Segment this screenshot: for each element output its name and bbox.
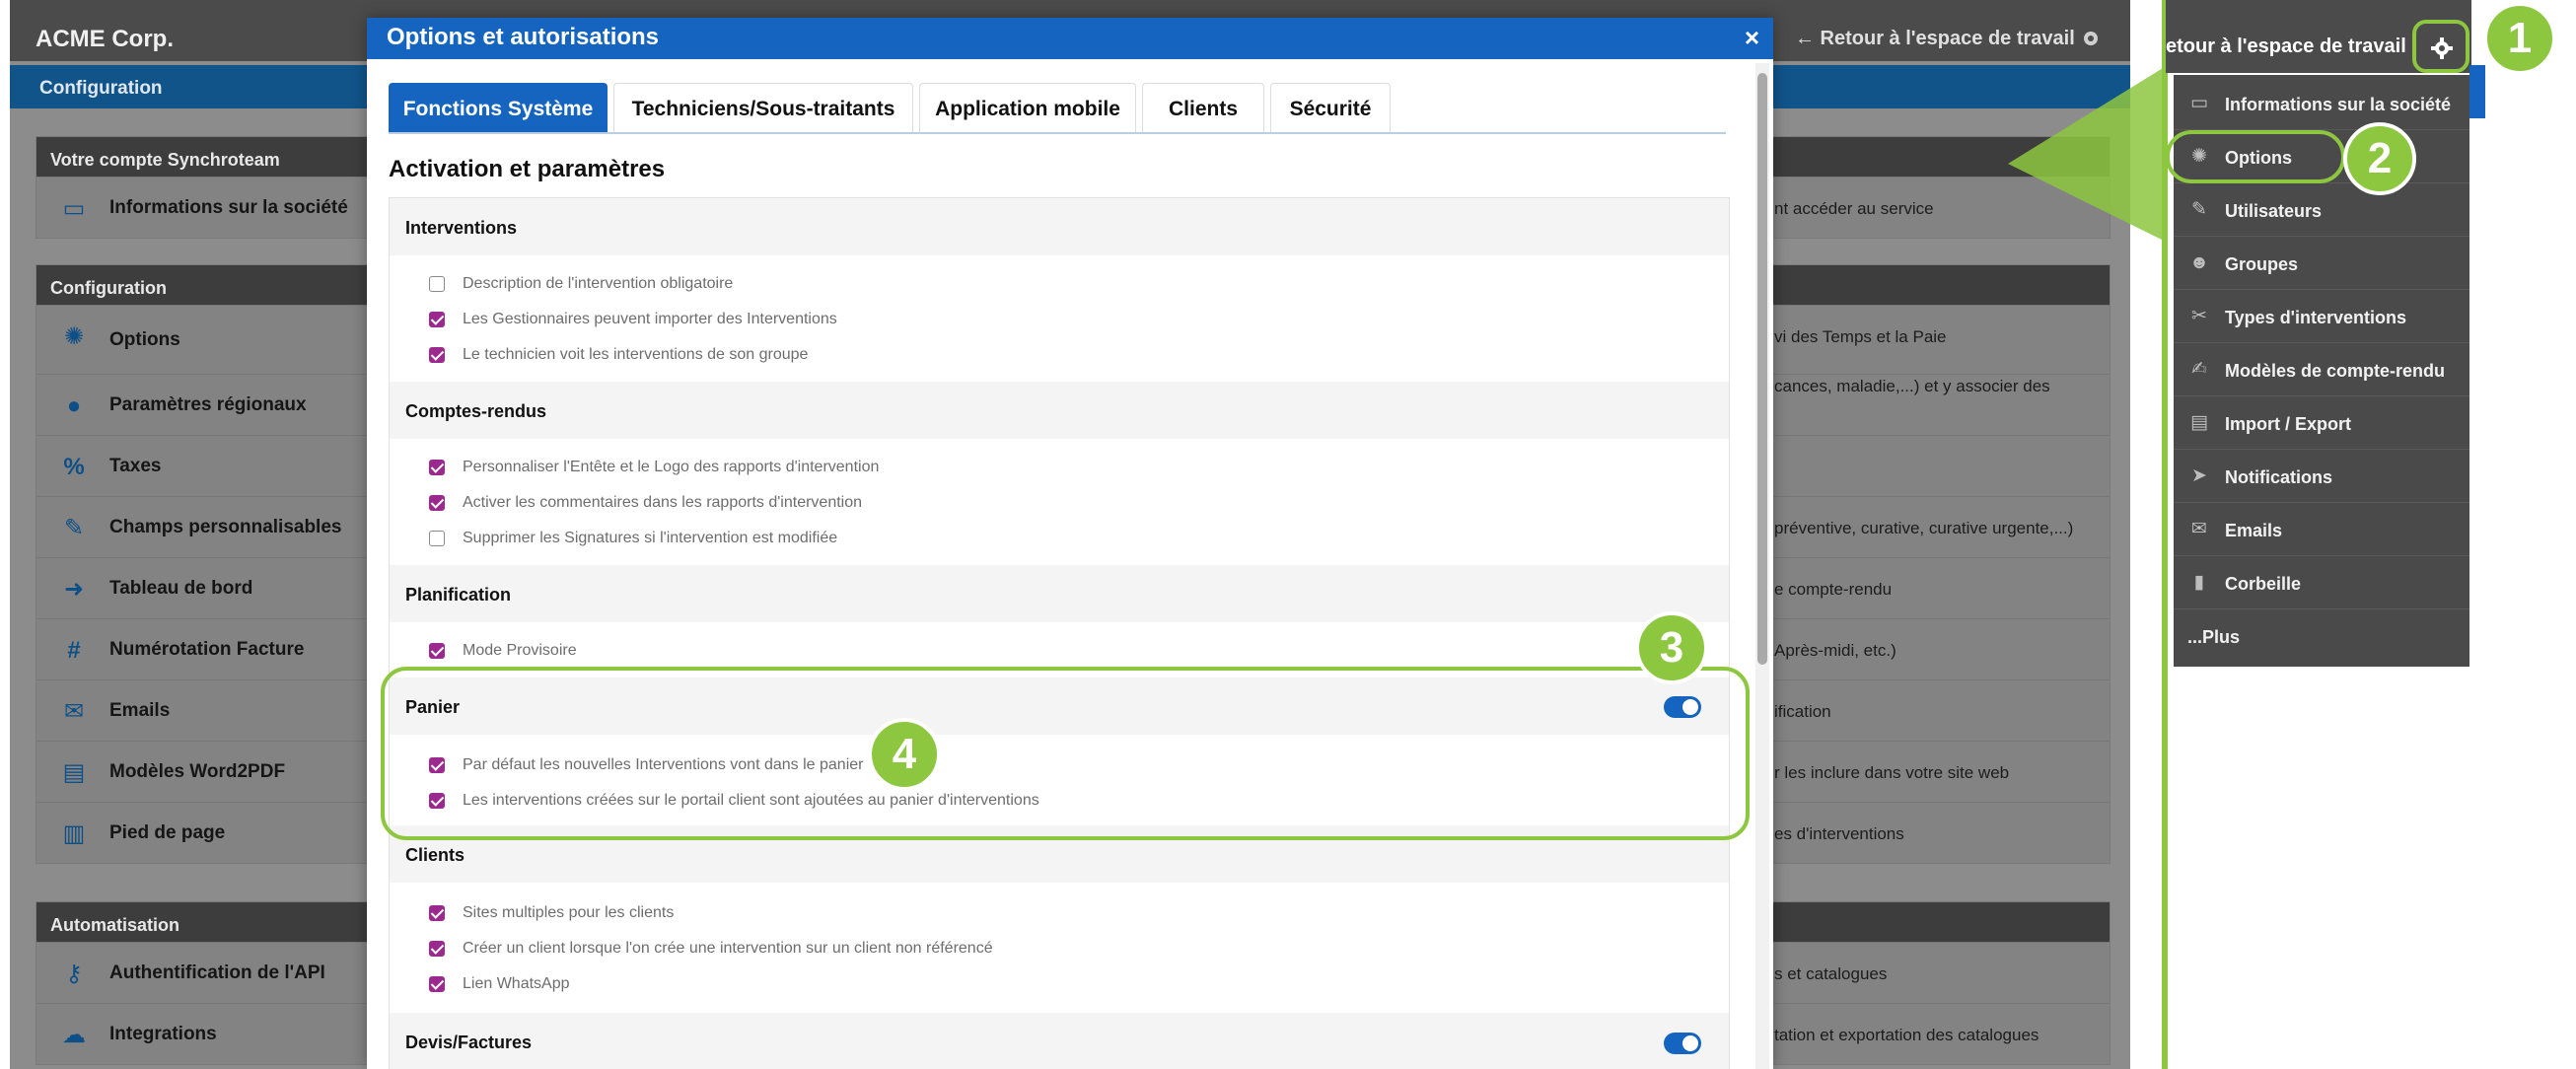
- menu-item-groupes[interactable]: ☻ Groupes: [2174, 237, 2469, 290]
- wrench-icon: ✂: [2191, 306, 2207, 326]
- users-icon: ☻: [2189, 252, 2209, 273]
- menu-item-types-interventions[interactable]: ✂ Types d'interventions: [2174, 290, 2469, 343]
- highlight-options: [2166, 130, 2345, 183]
- menu-item-plus[interactable]: ...Plus: [2174, 609, 2469, 663]
- callout-4: 4: [868, 718, 941, 791]
- callout-2: 2: [2343, 122, 2416, 195]
- menu-item-modeles-compte-rendu[interactable]: ✍ Modèles de compte-rendu: [2174, 343, 2469, 396]
- menu-item-informations[interactable]: ▭ Informations sur la société: [2174, 77, 2469, 130]
- menu-blue-tab: [2469, 65, 2485, 118]
- id-card-icon: ▭: [2190, 93, 2208, 113]
- paper-plane-icon: ➤: [2191, 465, 2207, 486]
- envelope-open-icon: ✉: [2191, 519, 2207, 539]
- highlight-panier: [381, 667, 1750, 840]
- file-signature-icon: ✍: [2191, 359, 2207, 380]
- menu-back-link[interactable]: etour à l'espace de travail: [2166, 36, 2406, 58]
- user-edit-icon: ✎: [2191, 199, 2207, 220]
- menu-item-utilisateurs[interactable]: ✎ Utilisateurs: [2174, 183, 2469, 237]
- menu-item-import-export[interactable]: ▤ Import / Export: [2174, 396, 2469, 450]
- settings-gear-button[interactable]: [2412, 20, 2469, 73]
- trash-icon: ▮: [2193, 572, 2205, 593]
- gear-icon: [2431, 37, 2453, 59]
- menu-item-corbeille[interactable]: ▮ Corbeille: [2174, 556, 2469, 609]
- callout-1: 1: [2483, 2, 2556, 75]
- file-csv-icon: ▤: [2190, 412, 2208, 433]
- menu-item-emails[interactable]: ✉ Emails: [2174, 503, 2469, 556]
- menu-item-notifications[interactable]: ➤ Notifications: [2174, 450, 2469, 503]
- callout-3: 3: [1635, 611, 1708, 684]
